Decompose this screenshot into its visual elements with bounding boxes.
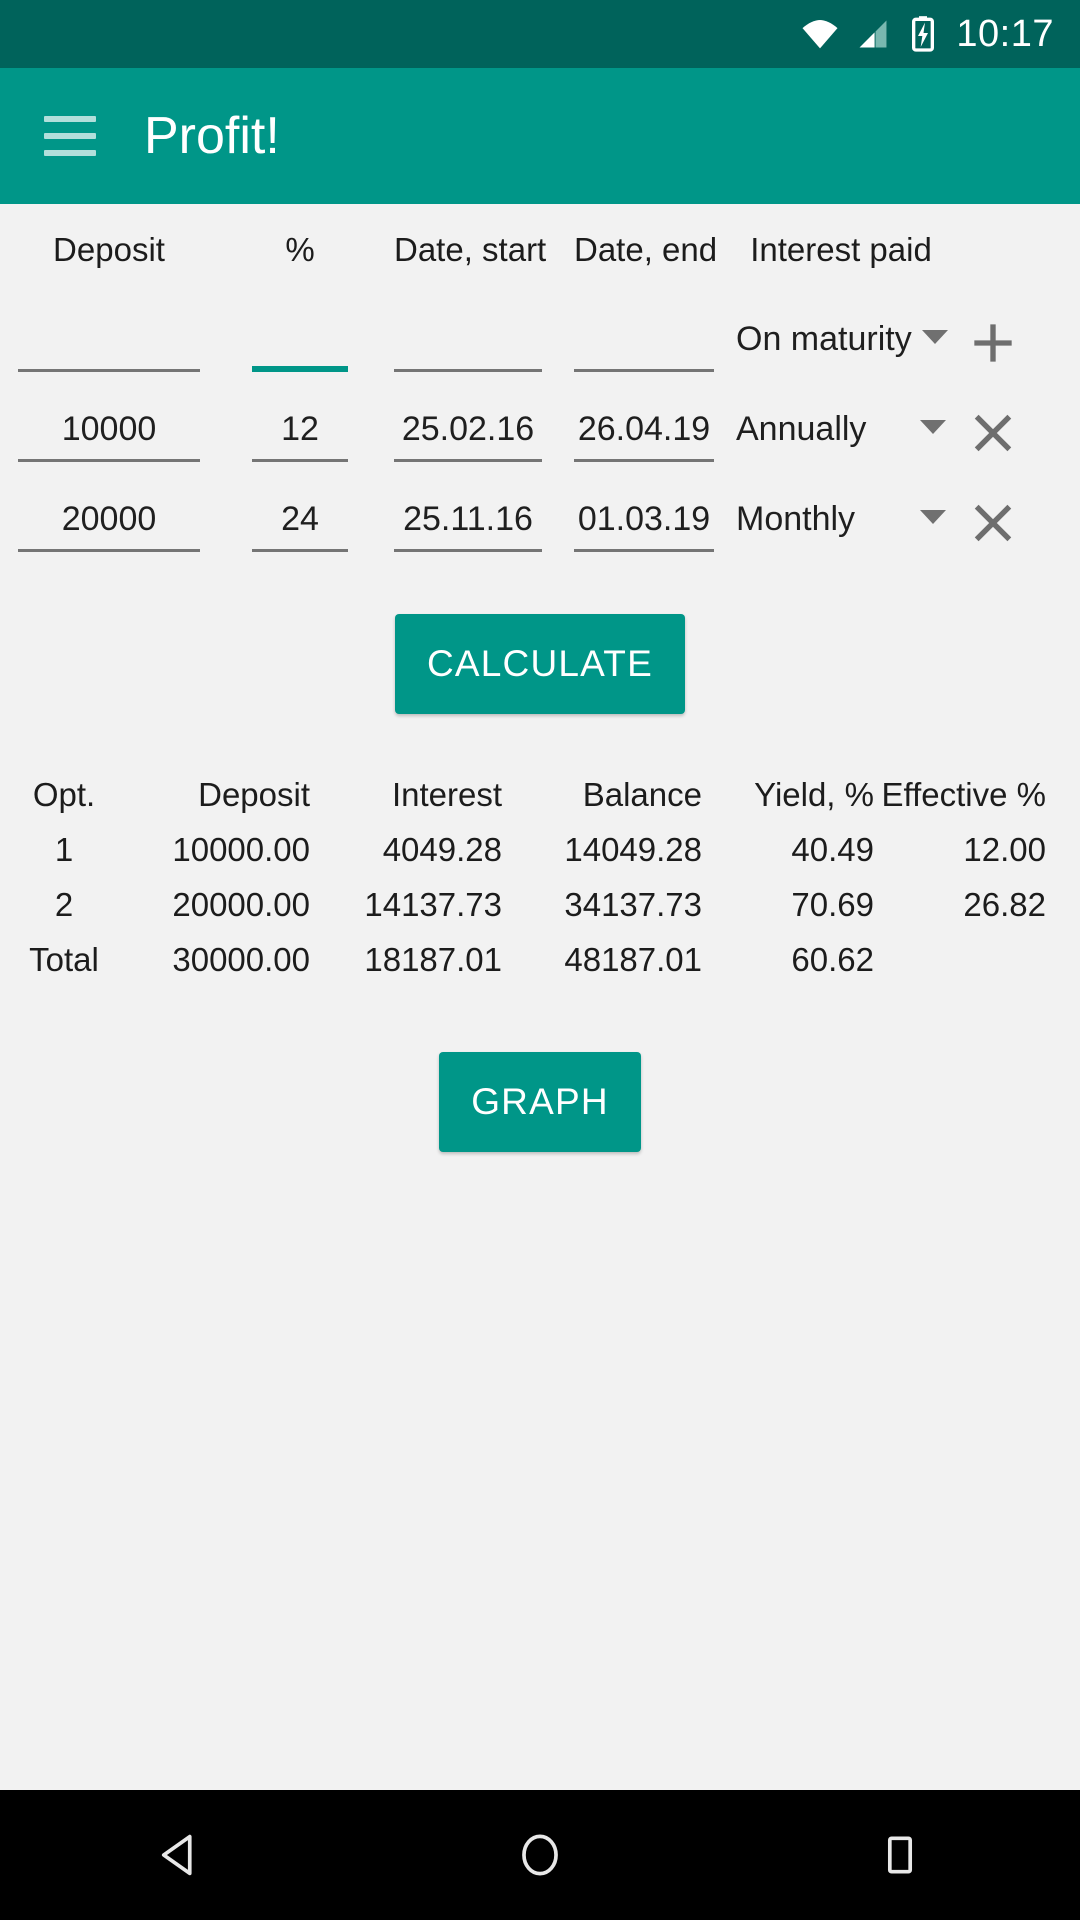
wifi-icon <box>802 20 838 49</box>
results-total-deposit: 30000.00 <box>172 940 310 978</box>
results-total-row: Total 30000.00 18187.01 48187.01 60.62 <box>18 937 1062 981</box>
results-header-opt: Opt. <box>32 775 96 813</box>
app-screen: 10:17 Profit! Deposit % Date, start Date… <box>0 0 1080 1920</box>
percent-input[interactable]: 24 <box>252 496 348 552</box>
results-effective: 26.82 <box>963 885 1046 923</box>
column-header-date-start: Date, start <box>394 230 547 268</box>
results-row: 1 10000.00 4049.28 14049.28 40.49 12.00 <box>18 827 1062 871</box>
new-interest-paid-dropdown[interactable]: On maturity <box>736 316 948 372</box>
interest-paid-value: Annually <box>736 410 867 448</box>
chevron-down-icon <box>921 330 948 344</box>
main-content: Deposit % Date, start Date, end Interest… <box>0 204 1080 1920</box>
add-row-button[interactable] <box>960 310 1026 376</box>
interest-paid-dropdown[interactable]: Annually <box>736 406 946 462</box>
results-total-label: Total <box>29 940 99 978</box>
new-interest-paid-value: On maturity <box>736 320 912 358</box>
battery-charging-icon <box>912 16 935 52</box>
chevron-down-icon <box>920 510 946 524</box>
graph-button-container: GRAPH <box>0 992 1080 1152</box>
app-title: Profit! <box>144 107 280 165</box>
column-header-percent: % <box>285 230 315 268</box>
android-navigation-bar <box>0 1790 1080 1920</box>
back-triangle-icon <box>161 1834 192 1876</box>
column-header-deposit: Deposit <box>53 230 165 268</box>
results-deposit: 10000.00 <box>172 830 310 868</box>
deposit-row: 20000 24 25.11.16 01.03.19 Monthly <box>0 462 1080 552</box>
app-bar: Profit! <box>0 68 1080 204</box>
results-yield: 70.69 <box>791 885 874 923</box>
results-header-row: Opt. Deposit Interest Balance Yield, % E… <box>18 772 1062 816</box>
results-opt: 2 <box>54 885 74 923</box>
results-balance: 34137.73 <box>564 885 702 923</box>
recents-square-icon <box>887 1836 913 1874</box>
new-date-end-input[interactable] <box>574 316 714 372</box>
interest-paid-value: Monthly <box>736 500 856 538</box>
status-bar: 10:17 <box>0 0 1080 68</box>
results-header-deposit: Deposit <box>198 775 310 813</box>
date-start-input[interactable]: 25.11.16 <box>394 496 542 552</box>
results-deposit: 20000.00 <box>172 885 310 923</box>
date-end-input[interactable]: 26.04.19 <box>574 406 714 462</box>
deposit-row: 10000 12 25.02.16 26.04.19 Annually <box>0 372 1080 462</box>
close-icon <box>974 414 1012 452</box>
status-bar-clock: 10:17 <box>956 13 1054 55</box>
remove-row-button[interactable] <box>960 400 1026 466</box>
nav-recents-button[interactable] <box>825 1790 975 1920</box>
home-circle-icon <box>522 1834 558 1876</box>
results-interest: 4049.28 <box>382 830 502 868</box>
results-balance: 14049.28 <box>564 830 702 868</box>
column-header-interest-paid: Interest paid <box>750 230 932 268</box>
remove-row-button[interactable] <box>960 490 1026 556</box>
calculate-button-container: CALCULATE <box>0 552 1080 714</box>
results-table: Opt. Deposit Interest Balance Yield, % E… <box>0 772 1080 981</box>
results-header-balance: Balance <box>582 775 702 813</box>
results-opt: 1 <box>54 830 74 868</box>
results-yield: 40.49 <box>791 830 874 868</box>
graph-button[interactable]: GRAPH <box>439 1052 641 1152</box>
results-effective: 12.00 <box>963 830 1046 868</box>
results-interest: 14137.73 <box>364 885 502 923</box>
chevron-down-icon <box>920 420 946 434</box>
results-total-interest: 18187.01 <box>364 940 502 978</box>
date-start-input[interactable]: 25.02.16 <box>394 406 542 462</box>
cellular-signal-icon <box>859 20 887 48</box>
column-header-date-end: Date, end <box>574 230 718 268</box>
new-percent-input[interactable] <box>252 316 348 372</box>
results-header-interest: Interest <box>391 775 502 813</box>
results-header-yield: Yield, % <box>754 775 874 813</box>
percent-input[interactable]: 12 <box>252 406 348 462</box>
hamburger-menu-icon[interactable] <box>44 116 96 156</box>
results-total-balance: 48187.01 <box>564 940 702 978</box>
nav-back-button[interactable] <box>105 1790 255 1920</box>
date-end-input[interactable]: 01.03.19 <box>574 496 714 552</box>
deposit-input-table: Deposit % Date, start Date, end Interest… <box>0 204 1080 552</box>
nav-home-button[interactable] <box>465 1790 615 1920</box>
deposit-input[interactable]: 10000 <box>18 406 200 462</box>
new-entry-row: On maturity <box>0 282 1080 372</box>
deposit-input[interactable]: 20000 <box>18 496 200 552</box>
new-deposit-input[interactable] <box>18 316 200 372</box>
results-header-effective: Effective % <box>881 775 1046 813</box>
input-table-header: Deposit % Date, start Date, end Interest… <box>0 216 1080 282</box>
status-bar-icons <box>800 14 940 54</box>
calculate-button[interactable]: CALCULATE <box>395 614 685 714</box>
interest-paid-dropdown[interactable]: Monthly <box>736 496 946 552</box>
plus-icon <box>974 324 1012 362</box>
new-date-start-input[interactable] <box>394 316 542 372</box>
results-total-yield: 60.62 <box>791 940 874 978</box>
close-icon <box>974 504 1012 542</box>
results-row: 2 20000.00 14137.73 34137.73 70.69 26.82 <box>18 882 1062 926</box>
